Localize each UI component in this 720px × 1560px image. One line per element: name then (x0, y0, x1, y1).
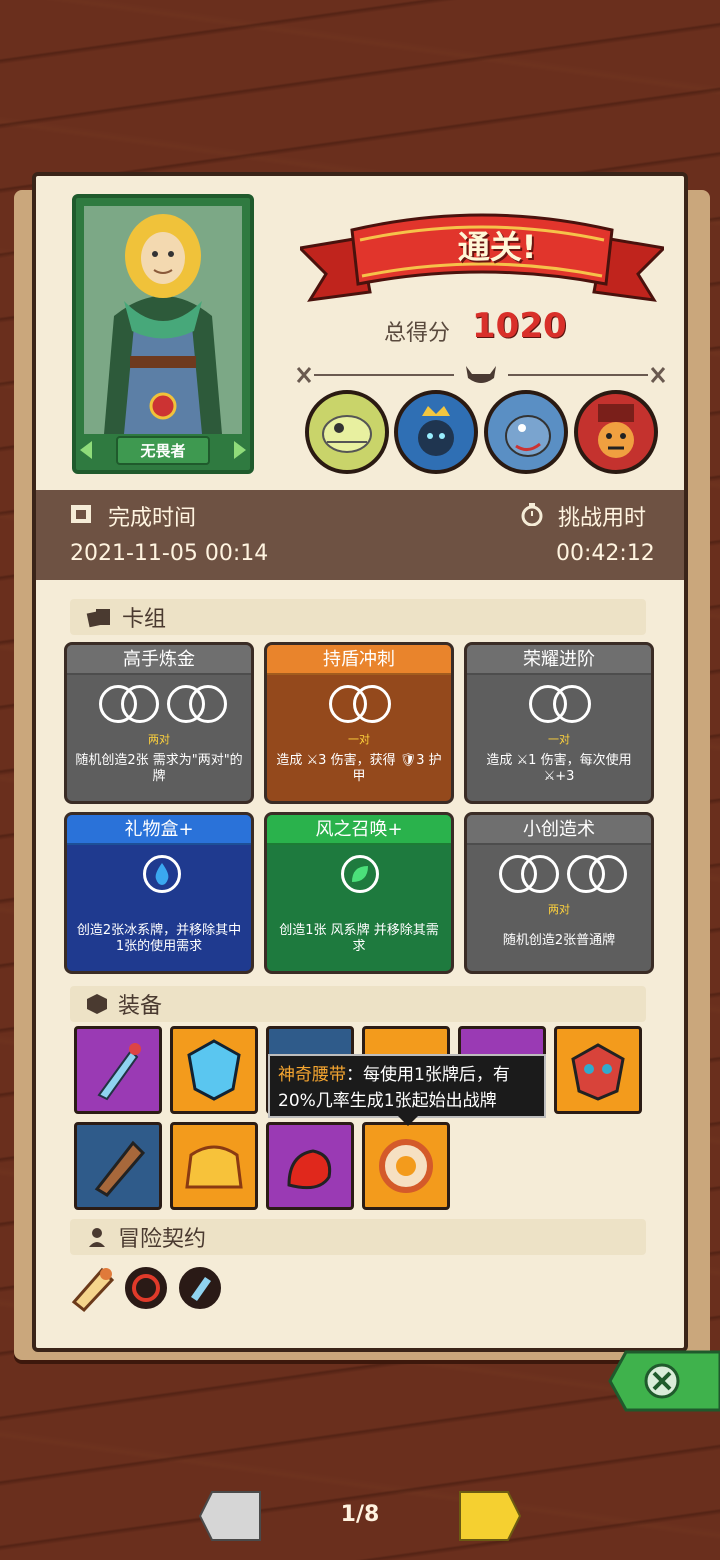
water-drop-icon (143, 855, 181, 893)
finish-time-value: 2021-11-05 00:14 (70, 541, 269, 566)
card-title: 风之召唤+ (267, 815, 451, 845)
next-hero-arrow-icon[interactable] (234, 441, 246, 459)
victory-title: 通关! (457, 228, 537, 266)
challenge-time-value: 00:42:12 (556, 541, 655, 566)
tooltip-item-name: 神奇腰带 (278, 1065, 346, 1085)
slot-ring (189, 685, 227, 723)
challenge-time-label: 挑战用时 (558, 506, 647, 531)
slot-ring (521, 855, 559, 893)
equipment-section-header: 装备 (70, 986, 646, 1022)
deck-section-label: 卡组 (122, 607, 167, 632)
card-description: 造成 ⚔1 伤害，每次使用 ⚔+3 (486, 753, 632, 784)
deck-section-header: 卡组 (70, 599, 646, 635)
card-master-alchemy[interactable]: 高手炼金 两对 随机创造2张 需求为"两对"的牌 (64, 642, 254, 804)
contracts-section-header: 冒险契约 (70, 1219, 646, 1255)
page-indicator: 1/8 (340, 1502, 380, 1527)
slot-ring (589, 855, 627, 893)
card-requirement: 一对 (348, 733, 370, 746)
boss-jester-icon[interactable] (574, 390, 658, 474)
equip-magic-belt-icon[interactable] (362, 1122, 450, 1210)
card-description: 随机创造2张 需求为"两对"的牌 (75, 753, 243, 784)
boss-blue-beast-icon[interactable] (484, 390, 568, 474)
calendar-icon (71, 505, 91, 523)
slot-ring (353, 685, 391, 723)
total-score-value: 1020 (472, 306, 567, 346)
card-minor-creation[interactable]: 小创造术 两对 随机创造2张普通牌 (464, 812, 654, 974)
card-title: 持盾冲刺 (267, 645, 451, 675)
person-icon (89, 1228, 105, 1247)
contract-ice-shard-icon[interactable] (176, 1264, 224, 1312)
card-requirement: 两对 (548, 903, 570, 916)
stopwatch-icon (521, 503, 543, 526)
card-title: 礼物盒+ (67, 815, 251, 845)
equip-red-dragon-icon[interactable] (266, 1122, 354, 1210)
equip-crystal-dagger-icon[interactable] (74, 1026, 162, 1114)
prev-hero-arrow-icon[interactable] (80, 441, 92, 459)
card-requirement: 两对 (148, 733, 170, 746)
contract-scroll-icon[interactable] (66, 1262, 118, 1314)
hero-name: 无畏者 (116, 435, 210, 465)
total-score-label: 总得分 (384, 321, 451, 346)
card-glory-advance[interactable]: 荣耀进阶 一对 造成 ⚔1 伤害，每次使用 ⚔+3 (464, 642, 654, 804)
equipment-section-label: 装备 (118, 994, 163, 1019)
card-wind-summon[interactable]: 风之召唤+ 创造1张 风系牌 并移除其需求 (264, 812, 454, 974)
wind-leaf-icon (341, 855, 379, 893)
slot-ring (553, 685, 591, 723)
boss-crowned-spider-icon[interactable] (394, 390, 478, 474)
card-title: 小创造术 (467, 815, 651, 845)
boss-dinosaur-skeleton-icon[interactable] (305, 390, 389, 474)
equip-poncho-icon[interactable] (170, 1122, 258, 1210)
card-description: 创造2张冰系牌，并移除其中1张的使用需求 (76, 923, 242, 954)
card-gift-box[interactable]: 礼物盒+ 创造2张冰系牌，并移除其中1张的使用需求 (64, 812, 254, 974)
slot-ring (121, 685, 159, 723)
next-page-button[interactable] (454, 1488, 522, 1544)
hero-name-bar: 无畏者 (76, 435, 250, 465)
equipment-tooltip: 神奇腰带：每使用1张牌后，有20%几率生成1张起始出战牌 (268, 1054, 546, 1118)
equip-ice-shield-icon[interactable] (170, 1026, 258, 1114)
prev-page-button[interactable] (198, 1488, 266, 1544)
finish-time-label: 完成时间 (108, 506, 197, 531)
cards-icon (86, 609, 110, 628)
boss-divider (296, 366, 666, 383)
card-description: 随机创造2张普通牌 (502, 933, 616, 948)
hero-portrait (84, 206, 242, 434)
tooltip-pointer (398, 1116, 418, 1126)
contract-red-rune-icon[interactable] (122, 1264, 170, 1312)
close-button[interactable] (608, 1348, 720, 1414)
card-description: 创造1张 风系牌 并移除其需求 (279, 923, 439, 954)
card-requirement: 一对 (548, 733, 570, 746)
hero-card[interactable]: 无畏者 (72, 194, 254, 474)
contracts-section-label: 冒险契约 (118, 1227, 207, 1252)
card-title: 高手炼金 (67, 645, 251, 675)
card-title: 荣耀进阶 (467, 645, 651, 675)
equip-spiked-mask-icon[interactable] (554, 1026, 642, 1114)
equip-horn-scroll-icon[interactable] (74, 1122, 162, 1210)
card-description: 造成 ⚔3 伤害，获得 🛡3 护甲 (276, 753, 442, 784)
box-icon (87, 994, 107, 1014)
card-shield-charge[interactable]: 持盾冲刺 一对 造成 ⚔3 伤害，获得 🛡3 护甲 (264, 642, 454, 804)
